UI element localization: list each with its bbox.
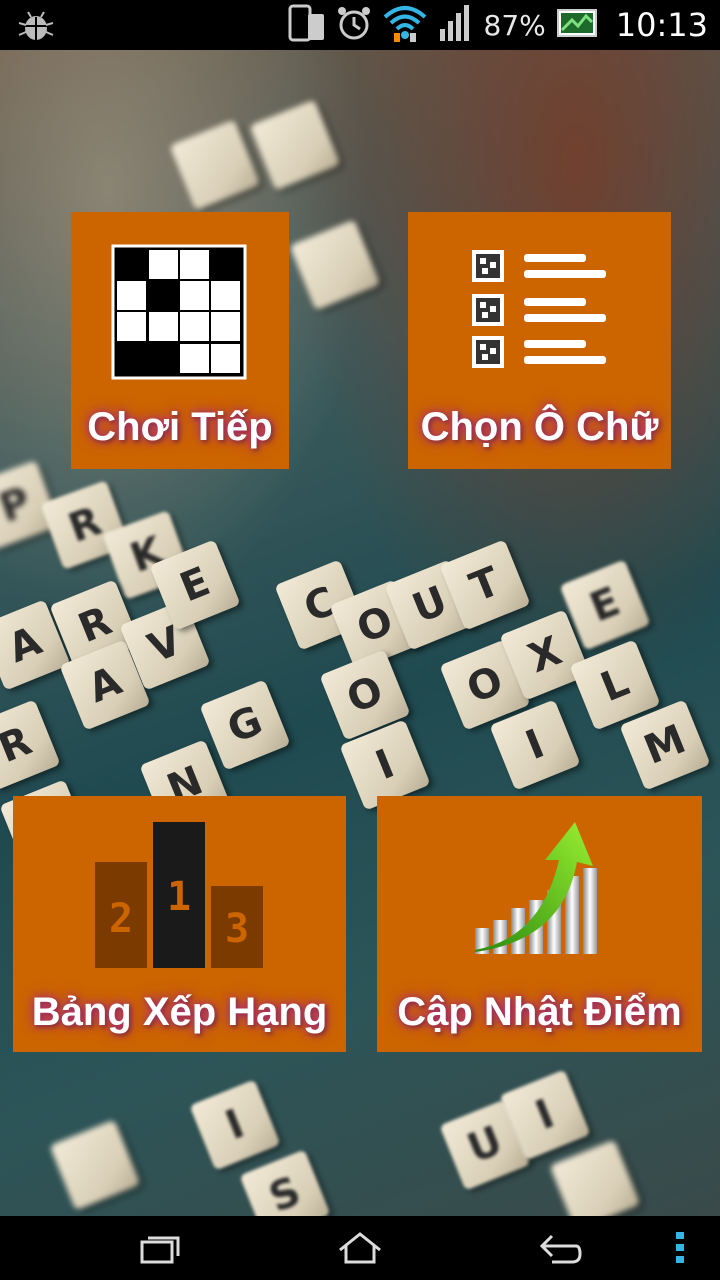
overflow-menu-icon[interactable] [672, 1228, 688, 1273]
continue-game-label: Chơi Tiếp [87, 405, 273, 449]
signal-icon [438, 3, 474, 48]
podium-icon: 2 1 3 [95, 822, 265, 973]
svg-text:1: 1 [167, 874, 191, 920]
puzzle-list-icon [472, 248, 608, 377]
clock: 10:13 [615, 6, 708, 44]
image-icon [556, 8, 598, 43]
recent-apps-icon[interactable] [138, 1228, 182, 1273]
update-score-button[interactable]: Cập Nhật Điểm [377, 796, 702, 1052]
leaderboard-button[interactable]: 2 1 3 Bảng Xếp Hạng [13, 796, 346, 1052]
update-score-label: Cập Nhật Điểm [397, 990, 682, 1034]
back-icon[interactable] [536, 1228, 584, 1273]
alarm-icon [336, 5, 372, 46]
battery-percent: 87% [483, 8, 546, 42]
wifi-icon [382, 3, 428, 48]
choose-puzzle-button[interactable]: Chọn Ô Chữ [408, 212, 671, 469]
phone-icon [288, 4, 326, 47]
debug-icon [18, 9, 54, 46]
home-icon[interactable] [336, 1228, 384, 1273]
svg-text:2: 2 [109, 896, 133, 942]
navigation-bar [0, 1216, 720, 1280]
crossword-grid-icon [111, 244, 247, 385]
growth-chart-icon [471, 820, 605, 965]
choose-puzzle-label: Chọn Ô Chữ [420, 405, 659, 449]
status-bar: 87% 10:13 [0, 0, 720, 50]
svg-text:3: 3 [225, 906, 249, 952]
leaderboard-label: Bảng Xếp Hạng [31, 990, 328, 1034]
continue-game-button[interactable]: Chơi Tiếp [71, 212, 289, 469]
